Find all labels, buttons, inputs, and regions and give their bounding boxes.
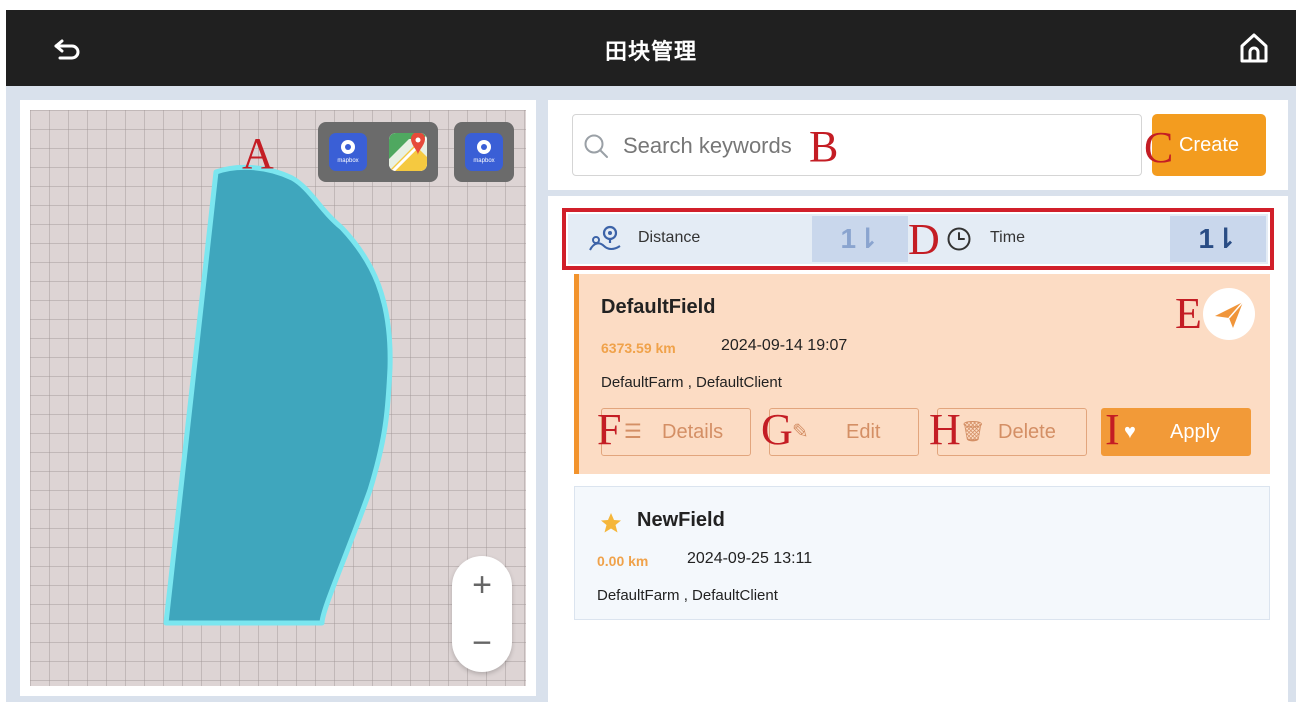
- field-card-new[interactable]: NewField 0.00 km 2024-09-25 13:11 Defaul…: [574, 486, 1270, 620]
- google-maps-icon[interactable]: [389, 133, 427, 171]
- time-sort-label: Time: [990, 229, 1025, 246]
- field-card-default[interactable]: DefaultField 6373.59 km 2024-09-14 19:07…: [574, 274, 1270, 474]
- paper-plane-icon: [1215, 301, 1244, 328]
- marker-c: C: [1144, 123, 1174, 172]
- search-input[interactable]: Search keywords B: [572, 114, 1142, 176]
- field-time: 2024-09-25 13:11: [687, 550, 813, 567]
- distance-sort-label: Distance: [638, 229, 701, 246]
- field-distance: 6373.59 km: [601, 340, 676, 356]
- marker-g: G: [761, 405, 793, 454]
- list-icon: ☰: [624, 421, 642, 443]
- page-title: 田块管理: [604, 39, 697, 64]
- marker-f: F: [597, 405, 622, 454]
- app-frame: 田块管理 mapbox mapbox + − A Search keywords…: [0, 0, 1303, 702]
- edit-icon: ✎: [792, 421, 809, 443]
- search-bar-area: Search keywords B Create C: [548, 100, 1288, 190]
- star-icon: [601, 513, 621, 533]
- map-layer-group: mapbox: [318, 122, 438, 182]
- apply-label: Apply: [1170, 421, 1221, 443]
- zoom-out-button[interactable]: −: [452, 614, 512, 672]
- marker-d: D: [908, 215, 940, 264]
- search-icon: [584, 134, 608, 158]
- mapbox-icon[interactable]: mapbox: [329, 133, 367, 171]
- sort-bar: Distance 1⇂ D Time 1⇂: [562, 208, 1274, 270]
- marker-e: E: [1175, 289, 1202, 338]
- edit-label: Edit: [846, 421, 881, 443]
- distance-sort-toggle[interactable]: 1⇂: [812, 216, 908, 262]
- trash-icon: 🗑: [960, 421, 986, 443]
- field-owner: DefaultFarm , DefaultClient: [597, 587, 778, 604]
- navigate-button[interactable]: [1203, 288, 1255, 340]
- clock-icon: [947, 227, 971, 251]
- field-owner: DefaultFarm , DefaultClient: [601, 374, 782, 391]
- create-label: Create: [1178, 134, 1240, 156]
- delete-label: Delete: [998, 421, 1056, 443]
- field-list-panel: Distance 1⇂ D Time 1⇂ DefaultField 6373.…: [548, 196, 1288, 702]
- map-panel: mapbox mapbox + − A: [20, 100, 536, 696]
- time-sort-toggle[interactable]: 1⇂: [1170, 216, 1266, 262]
- marker-a: A: [242, 129, 274, 178]
- search-placeholder: Search keywords: [623, 133, 792, 158]
- marker-b: B: [809, 122, 839, 171]
- zoom-in-button[interactable]: +: [452, 556, 512, 614]
- top-bar: 田块管理: [6, 10, 1296, 86]
- sort-bar-inner: Distance 1⇂ D Time 1⇂: [568, 214, 1268, 264]
- field-name: NewField: [637, 509, 725, 531]
- zoom-control: + −: [452, 556, 512, 672]
- heart-icon: ♥: [1124, 421, 1136, 443]
- content-area: mapbox mapbox + − A Search keywords B Cr…: [6, 86, 1296, 702]
- field-name: DefaultField: [601, 296, 716, 318]
- map-view[interactable]: mapbox mapbox + − A: [30, 110, 526, 686]
- details-button[interactable]: ☰ Details: [601, 408, 751, 456]
- mapbox-icon[interactable]: mapbox: [465, 133, 503, 171]
- apply-button[interactable]: ♥ Apply: [1101, 408, 1251, 456]
- field-distance: 0.00 km: [597, 553, 649, 569]
- details-label: Details: [662, 421, 724, 443]
- marker-i: I: [1105, 405, 1120, 454]
- marker-h: H: [929, 405, 961, 454]
- home-icon[interactable]: [1236, 30, 1272, 66]
- map-layer-single: mapbox: [454, 122, 514, 182]
- field-time: 2024-09-14 19:07: [721, 337, 848, 354]
- map-pin-route-icon: [589, 225, 621, 251]
